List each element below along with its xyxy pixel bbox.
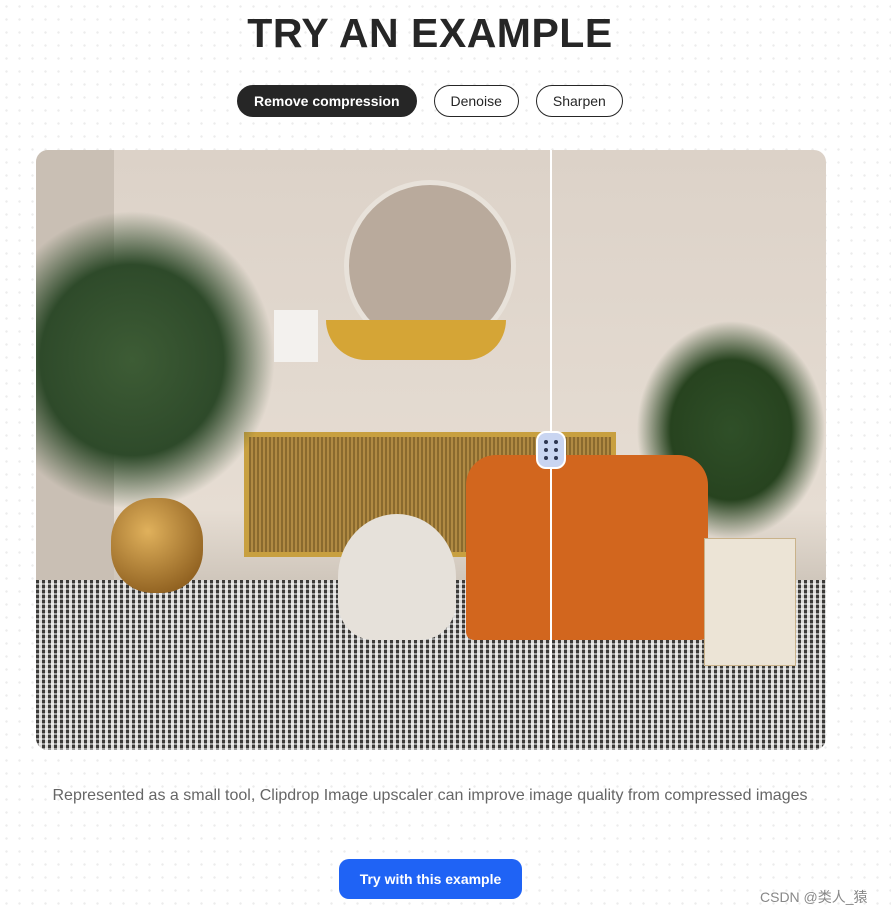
tab-sharpen[interactable]: Sharpen: [535, 85, 623, 117]
lamp: [274, 310, 318, 362]
tab-remove-compression[interactable]: Remove compression: [237, 85, 417, 117]
plant: [36, 210, 276, 510]
armchair: [466, 455, 708, 640]
gold-pot: [111, 498, 203, 593]
page-title: TRY AN EXAMPLE: [247, 10, 613, 56]
before-after-comparison[interactable]: [36, 150, 826, 750]
description: Represented as a small tool, Clipdrop Im…: [52, 787, 808, 804]
drag-dots-icon[interactable]: [536, 431, 566, 469]
tab-denoise[interactable]: Denoise: [433, 85, 519, 117]
example-tabs: Remove compression Denoise Sharpen: [237, 85, 623, 117]
pouf: [338, 514, 456, 640]
shelf: [326, 320, 506, 360]
try-example-button[interactable]: Try with this example: [339, 859, 522, 899]
watermark: CSDN @类人_猿: [760, 889, 868, 905]
side-table: [704, 538, 796, 666]
